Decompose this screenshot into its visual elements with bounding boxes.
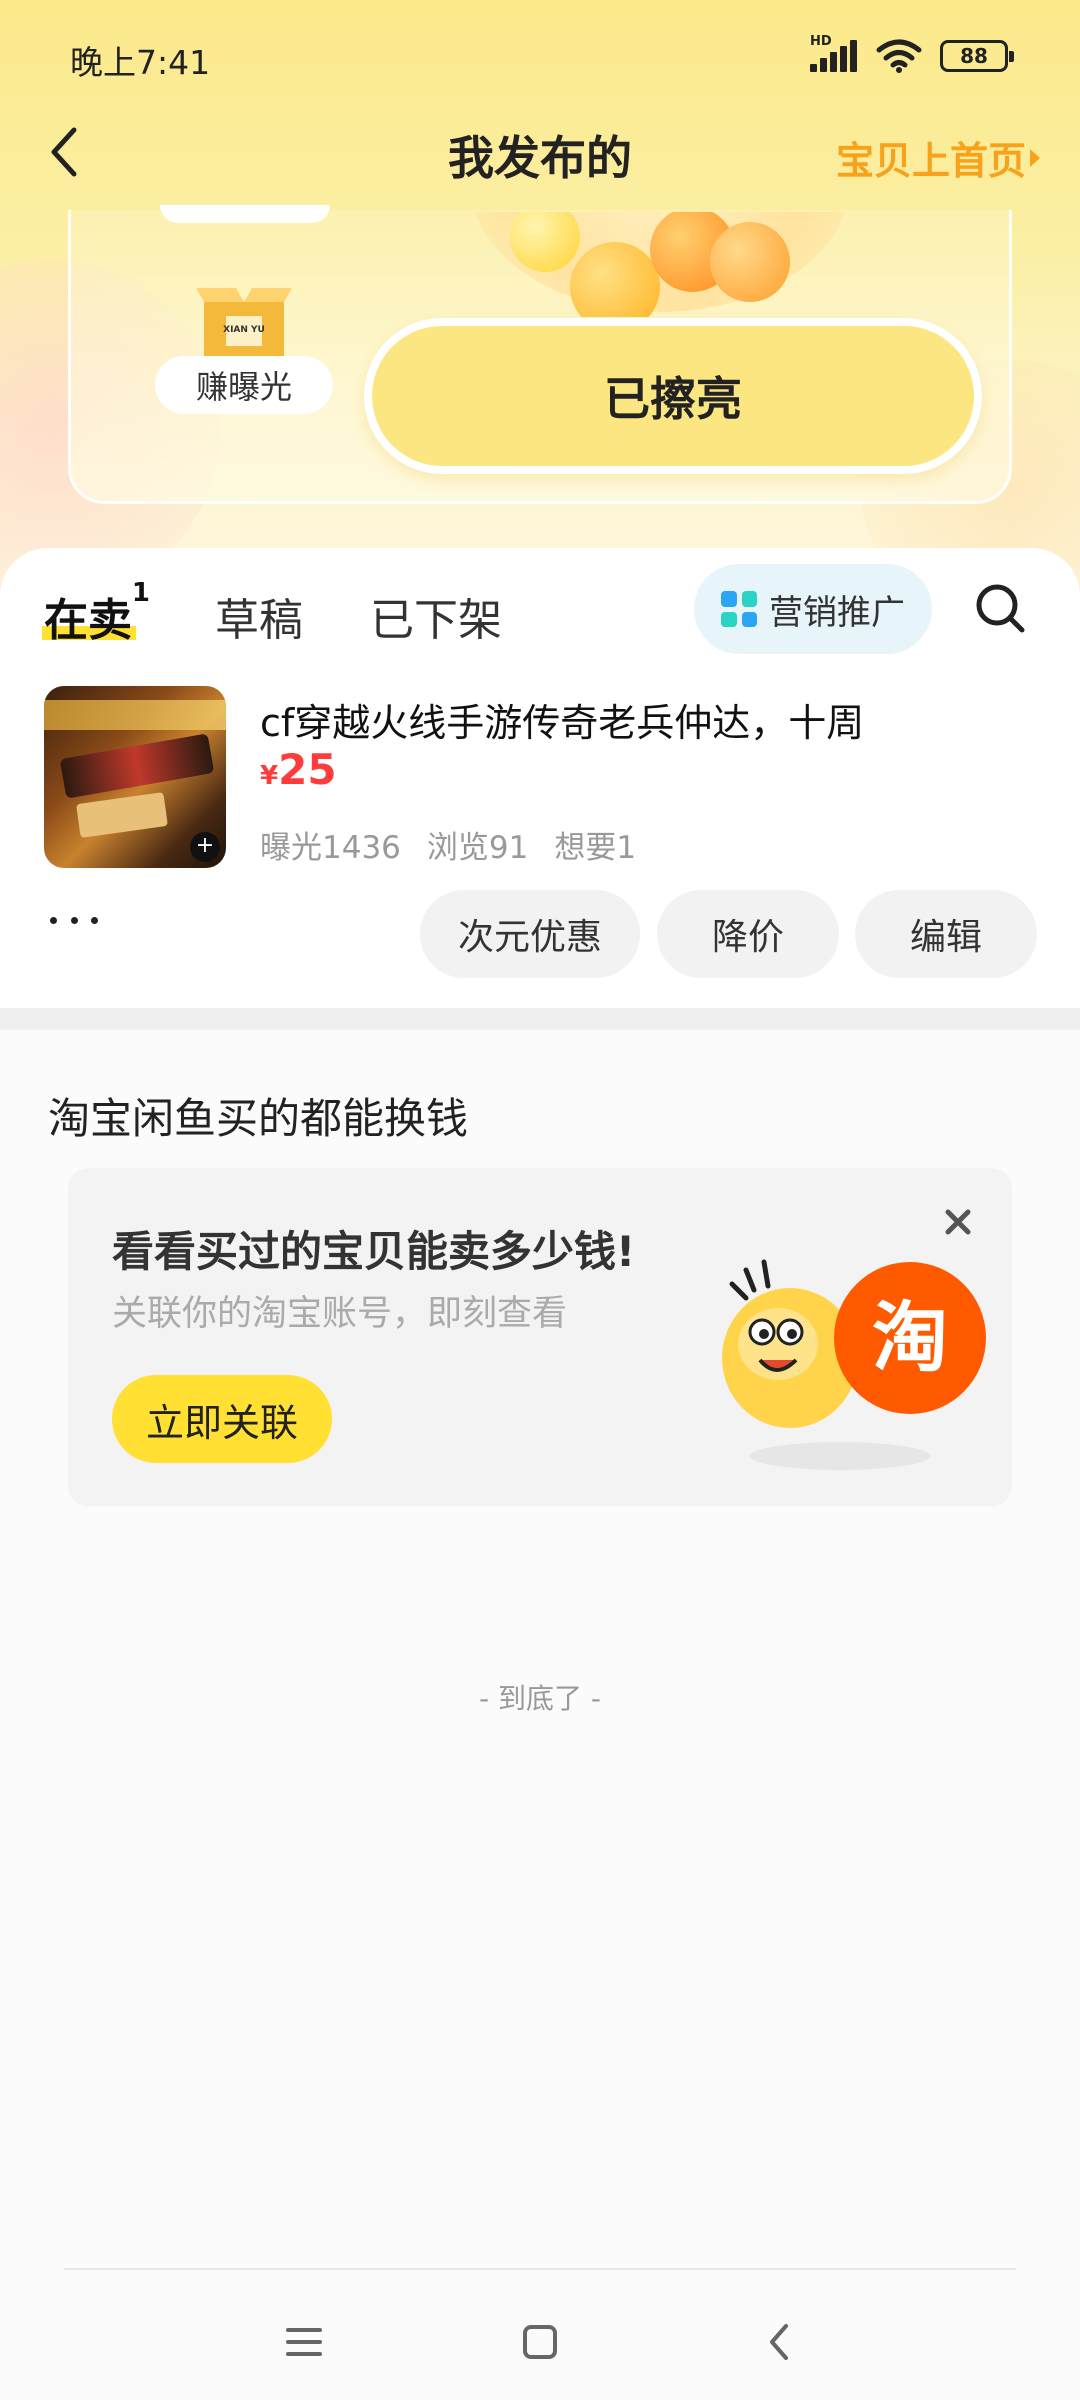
- taobao-mascot-icon: 淘: [722, 1259, 986, 1470]
- tab-on-sale-label: 在卖: [44, 595, 132, 646]
- item-price: ¥25: [260, 745, 337, 794]
- item-title[interactable]: cf穿越火线手游传奇老兵仲达，十周: [260, 692, 864, 747]
- home-icon[interactable]: [510, 2312, 570, 2372]
- signal-icon: HD: [810, 34, 858, 74]
- polished-button[interactable]: 已擦亮: [364, 318, 982, 474]
- end-of-list-text: - 到底了 -: [478, 1682, 601, 1715]
- promo-illustration: [470, 212, 860, 317]
- marketing-promotion-button[interactable]: 营销推广: [694, 564, 932, 654]
- price-currency: ¥: [260, 761, 279, 791]
- item-stats: 曝光1436 浏览91 想要1: [260, 822, 636, 867]
- box-label: XIAN YU: [223, 325, 265, 335]
- system-nav-divider: [64, 2268, 1016, 2270]
- network-type-label: HD: [810, 34, 832, 49]
- price-value: 25: [278, 745, 337, 794]
- chevron-right-icon: [1030, 148, 1040, 167]
- status-time: 晚上7:41: [70, 43, 211, 82]
- taobao-section-title: 淘宝闲鱼买的都能换钱: [48, 1094, 469, 1143]
- stat-wants: 想要1: [554, 830, 637, 866]
- taobao-card-headline: 看看买过的宝贝能卖多少钱!: [112, 1227, 636, 1276]
- status-icons: HD 88: [810, 34, 1014, 74]
- promote-to-home-link[interactable]: 宝贝上首页: [836, 130, 1040, 185]
- system-navigation-bar: [0, 2300, 1080, 2380]
- taobao-badge-char: 淘: [872, 1293, 948, 1382]
- promo-chip-edge: [160, 205, 330, 223]
- on-sale-count-badge: 1: [131, 578, 150, 608]
- discount-button[interactable]: 次元优惠: [420, 890, 640, 978]
- more-icon[interactable]: [50, 912, 98, 928]
- tab-drafts[interactable]: 草稿: [215, 584, 303, 648]
- back-nav-icon[interactable]: [750, 2312, 810, 2372]
- promote-to-home-label: 宝贝上首页: [835, 139, 1026, 183]
- tab-on-sale[interactable]: 在卖 1: [42, 578, 150, 648]
- battery-icon: 88: [940, 40, 1014, 72]
- tab-removed[interactable]: 已下架: [370, 584, 502, 648]
- add-icon: +: [190, 832, 220, 862]
- section-divider: [0, 1008, 1080, 1030]
- edit-button[interactable]: 编辑: [855, 890, 1037, 978]
- nav-bar: 我发布的 宝贝上首页: [0, 100, 1080, 210]
- grid-icon: [721, 591, 757, 627]
- battery-level: 88: [960, 44, 988, 68]
- stat-views: 浏览91: [426, 830, 529, 866]
- menu-icon[interactable]: [274, 2312, 334, 2372]
- wifi-icon: [876, 39, 922, 73]
- taobao-card-subtitle: 关联你的淘宝账号，即刻查看: [112, 1294, 568, 1334]
- close-icon[interactable]: [940, 1204, 976, 1240]
- reduce-price-button[interactable]: 降价: [657, 890, 839, 978]
- item-thumbnail[interactable]: +: [44, 686, 226, 868]
- link-taobao-button[interactable]: 立即关联: [112, 1375, 332, 1463]
- earn-exposure-chip[interactable]: 赚曝光: [155, 356, 333, 414]
- stat-exposure: 曝光1436: [260, 830, 401, 866]
- marketing-promotion-label: 营销推广: [769, 592, 905, 633]
- search-icon[interactable]: [972, 580, 1028, 636]
- back-icon[interactable]: [40, 122, 90, 182]
- box-icon: XIAN YU: [196, 288, 292, 356]
